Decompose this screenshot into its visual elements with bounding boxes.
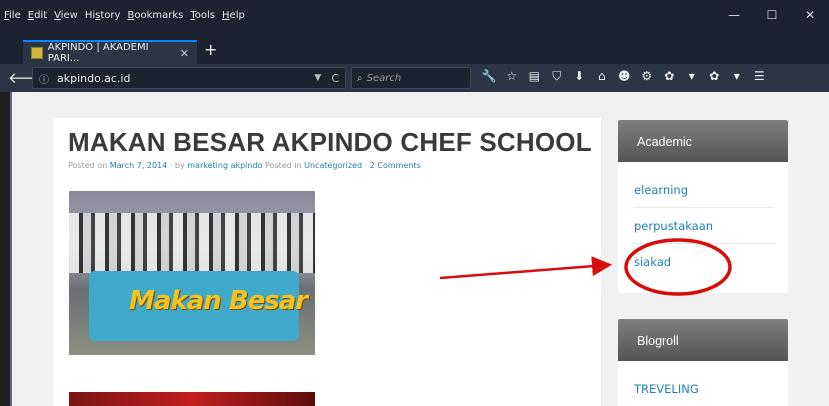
info-icon[interactable]: ⓘ [39,71,49,86]
post-meta: Posted on March 7, 2014 · by marketing a… [68,161,421,170]
wrench-icon[interactable]: 🔧 [478,69,501,84]
menu-file[interactable]: File [4,10,21,21]
academic-links: elearning perpustakaan siakad [618,162,788,280]
article: MAKAN BESAR AKPINDO CHEF SCHOOL Posted o… [53,118,601,406]
reader-icon[interactable]: ▤ [523,69,546,84]
post-photo-2[interactable] [69,392,315,406]
pocket-icon[interactable]: ⛉ [546,69,569,84]
academic-widget-title: Academic [618,120,788,162]
meta-posted-on: Posted on [68,161,108,170]
menu-view[interactable]: View [54,10,78,21]
link-treveling[interactable]: TREVELING [634,371,774,406]
tab-strip: AKPINDO | AKADEMI PARI... ✕ [0,36,829,64]
dropdown2-icon[interactable]: ▾ [726,69,749,84]
tab-close-icon[interactable]: ✕ [180,47,189,60]
tab-akpindo[interactable]: AKPINDO | AKADEMI PARI... ✕ [23,40,197,64]
extension-icon[interactable]: ⚙ [636,69,659,84]
photo-sign-text: Makan Besar [129,286,308,316]
url-text[interactable]: akpindo.ac.id [57,72,130,85]
menu-items: File Edit View History Bookmarks Tools H… [4,10,245,21]
download-icon[interactable]: ⬇ [568,69,591,84]
maximize-button[interactable]: ☐ [753,8,791,22]
menu-icon[interactable]: ☰ [748,69,771,84]
post-title[interactable]: MAKAN BESAR AKPINDO CHEF SCHOOL [68,127,592,158]
meta-date-link[interactable]: March 7, 2014 [110,161,167,170]
star-icon[interactable]: ☆ [501,69,524,84]
blogroll-widget-title: Blogroll [618,319,788,361]
site-favicon-icon [31,47,43,59]
url-bar[interactable]: ⓘ akpindo.ac.id ▼ C [32,67,346,89]
meta-author-link[interactable]: marketing akpindo [187,161,262,170]
addon2-icon[interactable]: ✿ [703,69,726,84]
meta-category-link[interactable]: Uncategorized [304,161,362,170]
close-window-button[interactable]: ✕ [791,8,829,22]
dropdown-icon[interactable]: ▾ [681,69,704,84]
page-content: MAKAN BESAR AKPINDO CHEF SCHOOL Posted o… [10,92,829,406]
blogroll-widget: Blogroll TREVELING [618,319,788,406]
reload-icon[interactable]: C [331,72,339,85]
new-tab-button[interactable]: + [204,40,217,59]
academic-widget: Academic elearning perpustakaan siakad [618,120,788,293]
menu-help[interactable]: Help [222,10,245,21]
search-icon: ⌕ [357,72,363,84]
toolbar-icons: 🔧 ☆ ▤ ⛉ ⬇ ⌂ ☻ ⚙ ✿ ▾ ✿ ▾ ☰ [478,69,771,84]
addon-icon[interactable]: ✿ [658,69,681,84]
nav-bar: 🡐 ⓘ akpindo.ac.id ▼ C ⌕ Search 🔧 ☆ ▤ ⛉ ⬇… [0,64,829,92]
search-placeholder: Search [366,72,402,84]
meta-separator: · [364,161,368,170]
url-dropdown-icon[interactable]: ▼ [314,73,321,83]
menu-history[interactable]: History [85,10,121,21]
photo-people [69,213,315,273]
meta-posted-in: Posted in [265,161,302,170]
menu-tools[interactable]: Tools [190,10,215,21]
link-elearning[interactable]: elearning [634,172,774,208]
blogroll-links: TREVELING [618,361,788,406]
tab-title: AKPINDO | AKADEMI PARI... [47,42,149,64]
meta-comments-link[interactable]: 2 Comments [370,161,421,170]
search-input[interactable]: ⌕ Search [351,67,471,89]
meta-by: · by [169,161,185,170]
menu-edit[interactable]: Edit [28,10,47,21]
home-icon[interactable]: ⌂ [591,69,614,84]
emoji-icon[interactable]: ☻ [613,69,636,84]
link-perpustakaan[interactable]: perpustakaan [634,208,774,244]
minimize-button[interactable]: — [715,8,753,22]
menu-bar: File Edit View History Bookmarks Tools H… [0,0,829,36]
post-photo[interactable]: Makan Besar [69,191,315,355]
menu-bookmarks[interactable]: Bookmarks [127,10,183,21]
link-siakad[interactable]: siakad [634,244,774,280]
window-controls: — ☐ ✕ [715,8,829,22]
